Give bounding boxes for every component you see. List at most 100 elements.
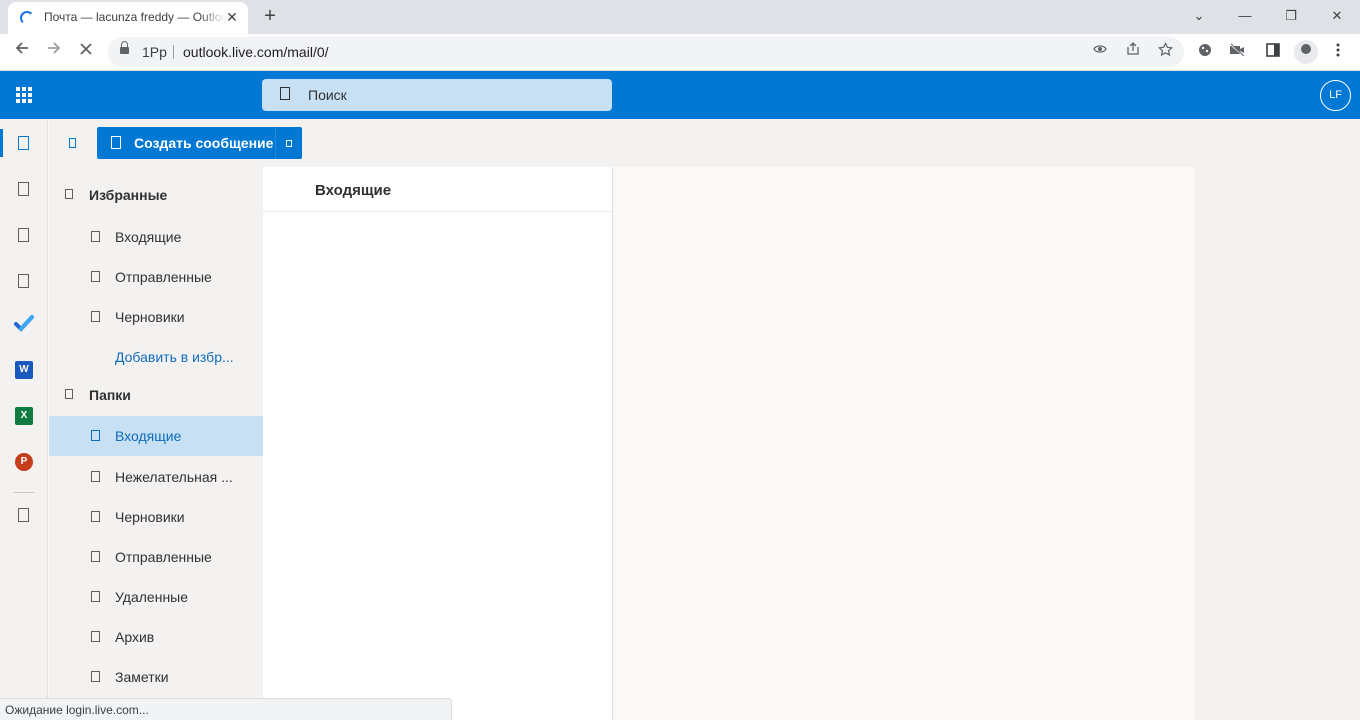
drafts-icon [91, 511, 100, 522]
search-input[interactable]: Поиск [262, 79, 612, 111]
folder-item-junk[interactable]: Нежелательная ... [49, 457, 263, 497]
tab-search-button[interactable]: ⌄ [1186, 4, 1212, 28]
folders-header[interactable]: Папки [49, 375, 263, 415]
favorite-item-drafts[interactable]: Черновики [49, 297, 263, 337]
url-text[interactable]: outlook.live.com/mail/0/ [183, 44, 329, 60]
eye-icon[interactable] [1090, 42, 1110, 62]
share-icon[interactable] [1123, 42, 1143, 62]
new-message-dropdown[interactable] [275, 127, 302, 159]
folder-item-notes[interactable]: Заметки [49, 657, 263, 697]
browser-status-bubble: Ожидание login.live.com... [0, 698, 452, 720]
minimize-button[interactable]: — [1232, 4, 1258, 28]
word-icon: W [15, 361, 33, 379]
attach-app-button[interactable] [12, 269, 36, 293]
people-app-button[interactable] [12, 223, 36, 247]
mail-icon [18, 136, 29, 150]
more-apps-button[interactable] [12, 503, 36, 527]
folder-label: Нежелательная ... [115, 469, 233, 485]
forward-button[interactable] [41, 39, 67, 65]
close-window-button[interactable]: ✕ [1324, 4, 1350, 28]
add-favorite-link[interactable]: Добавить в избр... [49, 337, 263, 377]
excel-app-button[interactable]: X [12, 404, 36, 428]
folder-label: Входящие [115, 428, 182, 444]
tab-title: Почта — lacunza freddy — Outlook [44, 10, 226, 24]
new-tab-button[interactable]: + [258, 5, 282, 29]
folder-label: Архив [115, 629, 155, 645]
video-off-icon[interactable] [1225, 40, 1249, 64]
loading-spinner-icon [20, 11, 34, 25]
word-app-button[interactable]: W [12, 358, 36, 382]
sent-icon [91, 271, 100, 282]
account-avatar[interactable]: LF [1320, 80, 1351, 111]
notes-icon [91, 671, 100, 682]
more-vert-icon[interactable] [1326, 40, 1350, 64]
todo-app-button[interactable] [12, 312, 36, 336]
reading-pane [614, 167, 1195, 720]
folder-item-inbox[interactable]: Входящие [49, 416, 263, 456]
browser-toolbar: 1Pp outlook.live.com/mail/0/ [0, 34, 1360, 71]
back-button[interactable] [9, 39, 35, 65]
app-launcher-icon[interactable] [16, 87, 32, 103]
favorites-header[interactable]: Избранные [49, 175, 263, 215]
folder-item-deleted[interactable]: Удаленные [49, 577, 263, 617]
people-icon [18, 228, 29, 242]
archive-icon [91, 631, 100, 642]
powerpoint-app-button[interactable]: P [12, 450, 36, 474]
address-bar[interactable]: 1Pp outlook.live.com/mail/0/ [108, 37, 1184, 67]
cookie-icon[interactable] [1193, 40, 1217, 64]
browser-tab-strip: Почта — lacunza freddy — Outlook ✕ + ⌄ —… [0, 0, 1360, 34]
folder-label: Заметки [115, 669, 169, 685]
chevron-down-icon[interactable] [65, 189, 73, 199]
sent-icon [91, 551, 100, 562]
hamburger-menu-icon[interactable] [69, 138, 76, 148]
side-panel-icon[interactable] [1261, 40, 1285, 64]
message-list-title: Входящие [315, 182, 392, 199]
page-info-badge[interactable]: 1Pp [142, 44, 167, 60]
mail-app-button[interactable] [12, 131, 36, 155]
favorites-header-label: Избранные [89, 187, 168, 203]
new-message-button[interactable]: Создать сообщение [97, 127, 275, 159]
lock-icon[interactable] [120, 41, 129, 54]
address-separator [173, 45, 174, 59]
outlook-header: Поиск LF [0, 71, 1360, 119]
command-bar: Создать сообщение [49, 119, 1360, 167]
compose-icon [111, 136, 121, 149]
attachment-icon [18, 274, 29, 288]
arrow-left-icon [15, 42, 28, 54]
restore-button[interactable]: ❐ [1278, 4, 1304, 28]
folders-header-label: Папки [89, 387, 131, 403]
star-icon[interactable] [1155, 41, 1175, 62]
tab-close-icon[interactable]: ✕ [224, 9, 240, 25]
folder-label: Черновики [115, 309, 185, 325]
inbox-icon [91, 231, 100, 242]
status-text: Ожидание login.live.com... [5, 703, 149, 717]
folder-label: Отправленные [115, 549, 212, 565]
stop-loading-icon [80, 43, 92, 55]
folder-item-drafts[interactable]: Черновики [49, 497, 263, 537]
trash-icon [91, 591, 100, 602]
favorite-item-sent[interactable]: Отправленные [49, 257, 263, 297]
stop-button[interactable] [73, 39, 99, 65]
chevron-down-icon [286, 140, 292, 147]
add-favorite-label: Добавить в избр... [115, 349, 234, 365]
message-list-header: Входящие [263, 167, 613, 212]
folder-item-archive[interactable]: Архив [49, 617, 263, 657]
powerpoint-icon: P [15, 453, 33, 471]
drafts-icon [91, 311, 100, 322]
new-message-label: Создать сообщение [134, 135, 274, 151]
folder-item-sent[interactable]: Отправленные [49, 537, 263, 577]
todo-check-icon [14, 315, 34, 332]
apps-icon [18, 508, 29, 522]
calendar-app-button[interactable] [12, 177, 36, 201]
favorite-item-inbox[interactable]: Входящие [49, 217, 263, 257]
folder-label: Входящие [115, 229, 182, 245]
calendar-icon [18, 182, 29, 196]
chevron-down-icon[interactable] [65, 389, 73, 399]
folder-pane: Избранные Входящие Отправленные Черновик… [49, 167, 263, 720]
search-placeholder: Поиск [308, 87, 347, 103]
folder-label: Черновики [115, 509, 185, 525]
browser-tab[interactable]: Почта — lacunza freddy — Outlook ✕ [8, 2, 248, 34]
arrow-right-icon [48, 42, 61, 54]
inbox-icon [91, 430, 100, 441]
profile-avatar-icon[interactable] [1294, 40, 1318, 64]
